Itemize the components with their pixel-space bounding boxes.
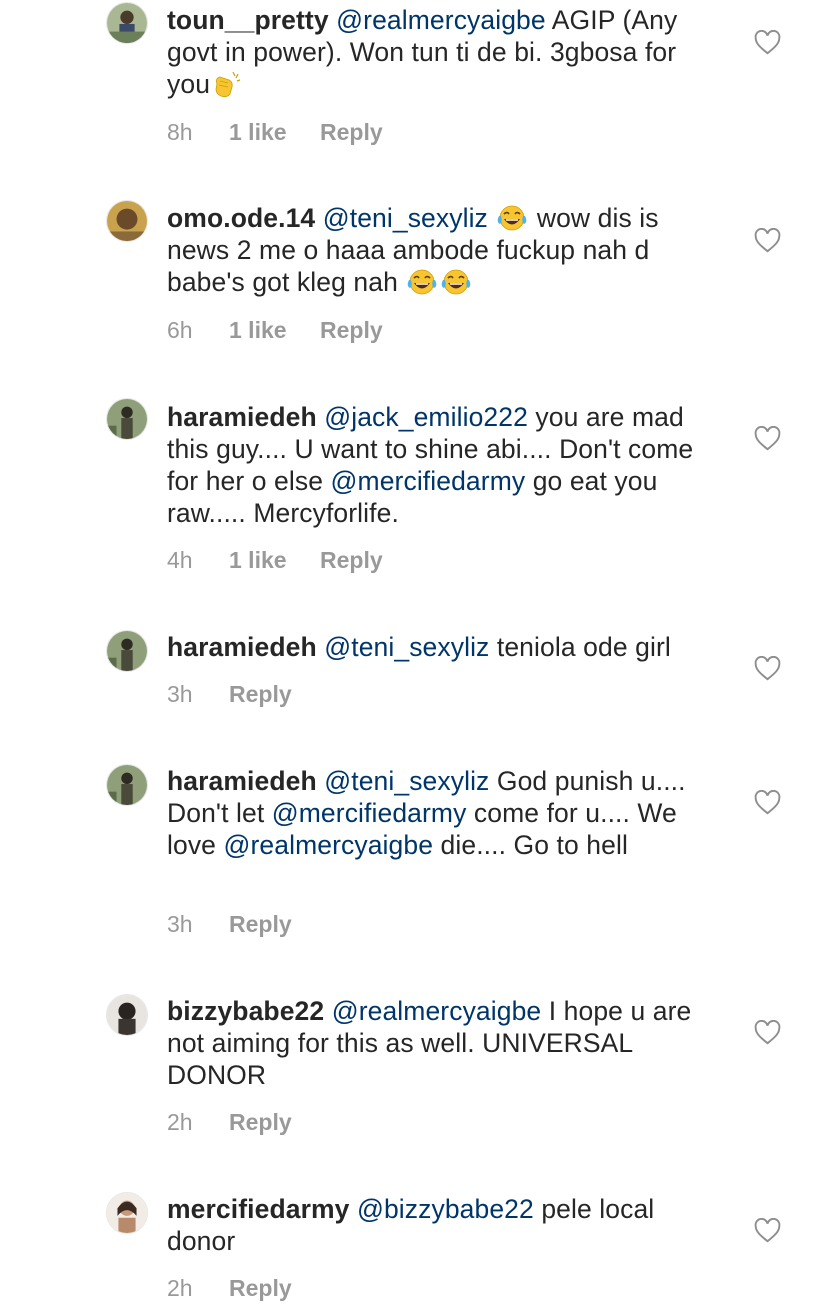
like-count[interactable]: 1 like [229,546,320,574]
heart-icon[interactable] [754,790,781,815]
comment-username[interactable]: haramiedeh [167,632,317,662]
reply-button[interactable]: Reply [229,1274,292,1302]
comment-body [488,203,495,233]
avatar[interactable] [106,630,148,672]
reply-button[interactable]: Reply [320,316,383,344]
mention-link[interactable]: @teni_sexyliz [324,632,489,662]
mention-link[interactable]: @bizzybabe22 [357,1194,534,1224]
mention-link[interactable]: @teni_sexyliz [323,203,488,233]
like-count[interactable]: 1 like [229,118,320,146]
comment-meta: 6h 1 like Reply [167,316,383,344]
reply-button[interactable]: Reply [320,546,383,574]
heart-icon[interactable] [754,1020,781,1045]
mention-link[interactable]: @jack_emilio222 [324,402,528,432]
mention-link[interactable]: @realmercyaigbe [336,5,546,35]
reply-button[interactable]: Reply [229,910,292,938]
comment-meta: 4h 1 like Reply [167,546,383,574]
comment-body: die.... Go to hell [433,830,628,860]
comment-username[interactable]: mercifiedarmy [167,1194,349,1224]
comment-text: haramiedeh @jack_emilio222 you are mad t… [167,401,715,529]
tears-of-joy-emoji [496,204,528,232]
comment-time: 2h [167,1275,193,1301]
heart-icon[interactable] [754,426,781,451]
comment-time: 8h [167,119,193,145]
like-count[interactable]: 1 like [229,316,320,344]
avatar[interactable] [106,398,148,440]
mention-link[interactable]: @mercifiedarmy [272,798,467,828]
comment-username[interactable]: haramiedeh [167,766,317,796]
reply-button[interactable]: Reply [229,680,292,708]
comment-meta: 3h Reply [167,910,292,938]
mention-link[interactable]: @mercifiedarmy [331,466,526,496]
tears-of-joy-emoji [406,268,438,296]
tears-of-joy-emoji [440,268,472,296]
comment-meta: 8h 1 like Reply [167,118,383,146]
clapping-hands-emoji [211,70,243,98]
mention-link[interactable]: @realmercyaigbe [223,830,433,860]
comment-time: 3h [167,911,193,937]
avatar[interactable] [106,1192,148,1234]
reply-button[interactable]: Reply [320,118,383,146]
comment-text: mercifiedarmy @bizzybabe22 pele local do… [167,1193,715,1257]
comment-username[interactable]: toun__pretty [167,5,329,35]
comment-username[interactable]: omo.ode.14 [167,203,315,233]
comment-username[interactable]: haramiedeh [167,402,317,432]
comment-body: teniola ode girl [489,632,671,662]
reply-button[interactable]: Reply [229,1108,292,1136]
comment-username[interactable]: bizzybabe22 [167,996,324,1026]
comment-text: toun__pretty @realmercyaigbe AGIP (Any g… [167,4,715,100]
avatar[interactable] [106,200,148,242]
heart-icon[interactable] [754,656,781,681]
comment-time: 2h [167,1109,193,1135]
comment-meta: 2h Reply [167,1274,292,1302]
avatar[interactable] [106,764,148,806]
comment-text: bizzybabe22 @realmercyaigbe I hope u are… [167,995,715,1091]
heart-icon[interactable] [754,30,781,55]
avatar[interactable] [106,994,148,1036]
heart-icon[interactable] [754,1218,781,1243]
comment-text: omo.ode.14 @teni_sexyliz wow dis is news… [167,202,715,298]
comment-meta: 3h Reply [167,680,292,708]
comment-time: 3h [167,681,193,707]
comment-time: 4h [167,547,193,573]
heart-icon[interactable] [754,228,781,253]
comment-text: haramiedeh @teni_sexyliz teniola ode gir… [167,631,715,663]
mention-link[interactable]: @realmercyaigbe [332,996,542,1026]
mention-link[interactable]: @teni_sexyliz [324,766,489,796]
comment-text: haramiedeh @teni_sexyliz God punish u...… [167,765,715,861]
comment-time: 6h [167,317,193,343]
comment-meta: 2h Reply [167,1108,292,1136]
avatar[interactable] [106,2,148,44]
